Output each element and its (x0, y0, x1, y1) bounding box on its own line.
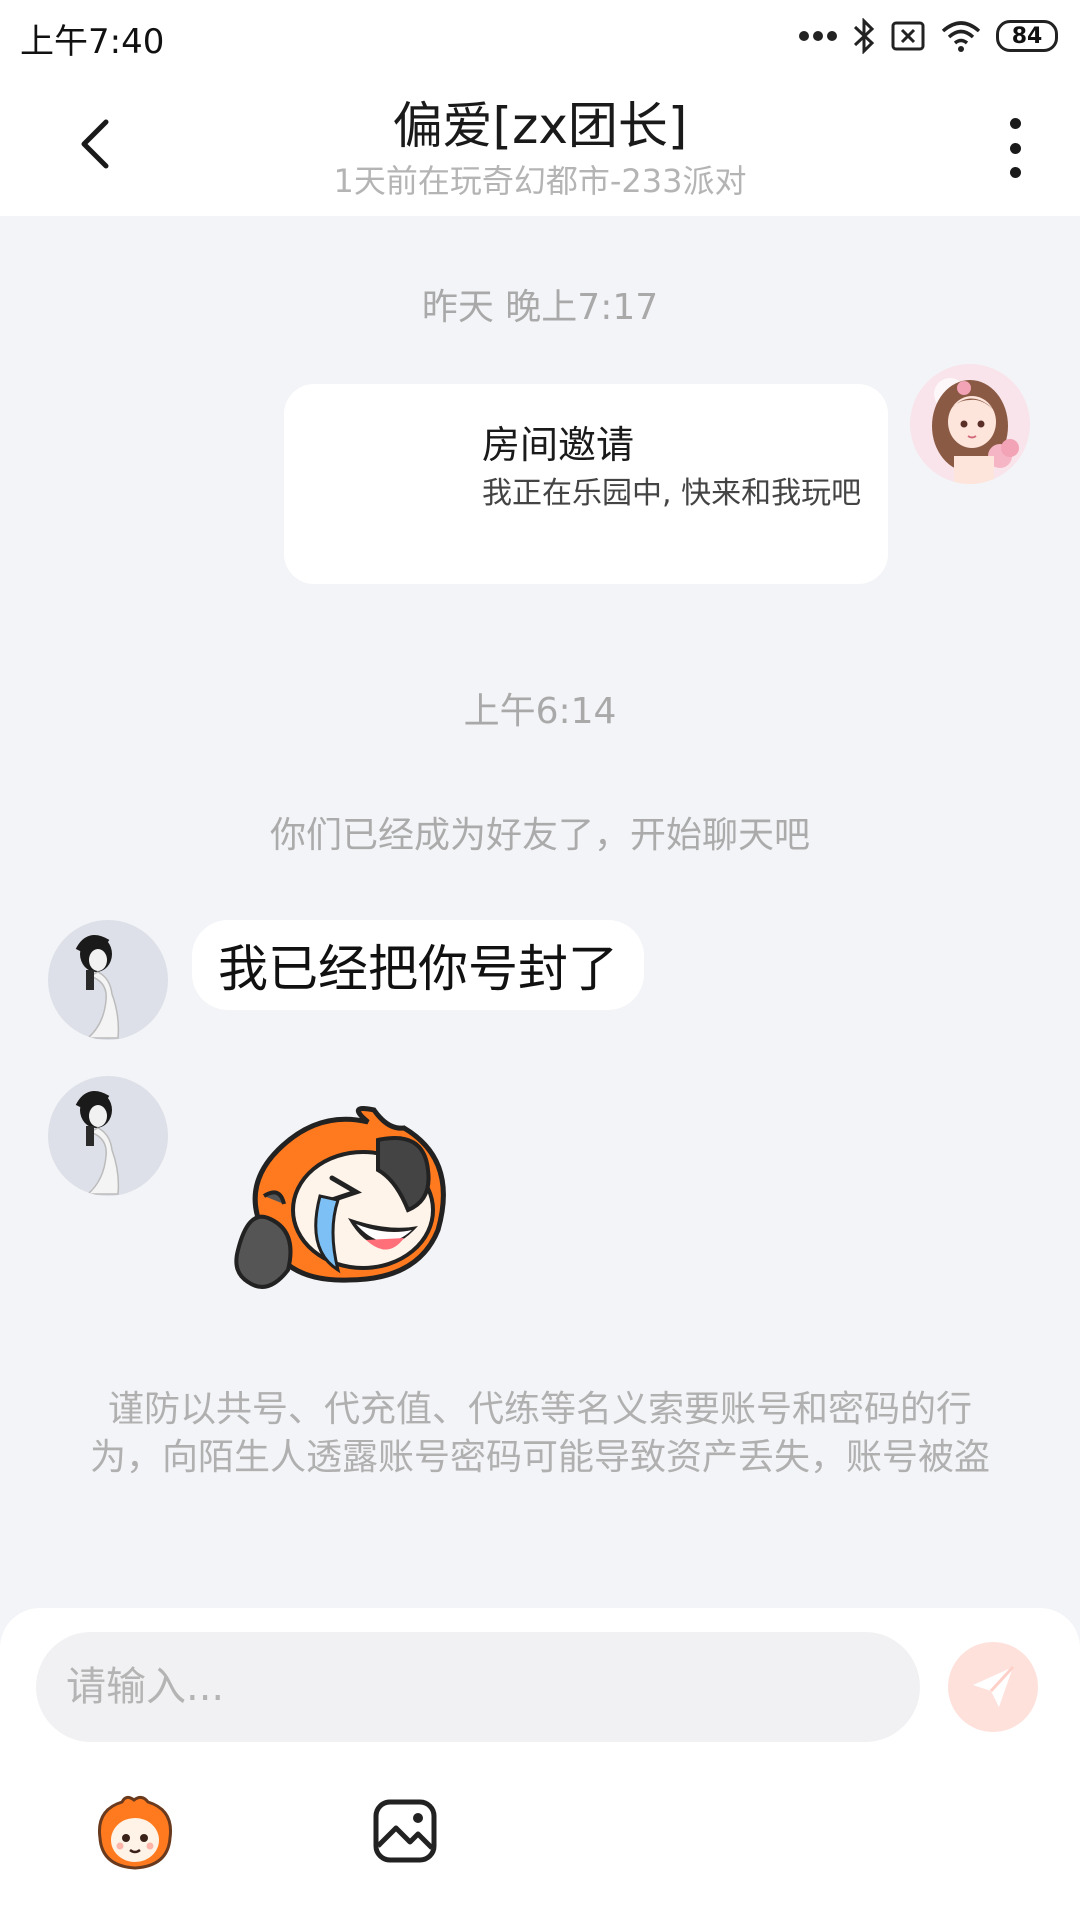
status-time: 上午7:40 (20, 22, 165, 62)
status-bar: 上午7:40 84 (0, 0, 1080, 72)
battery-icon: 84 (996, 20, 1058, 52)
image-picker-button[interactable] (372, 1798, 438, 1864)
security-warning: 谨防以共号、代充值、代练等名义索要账号和密码的行为，向陌生人透露账号密码可能导致… (90, 1389, 991, 1478)
contact-name: 偏爱[zx团长] (392, 97, 688, 155)
timestamp: 昨天 晚上7:17 (421, 287, 659, 328)
friend-added-notice: 你们已经成为好友了，开始聊天吧 (269, 815, 810, 856)
send-button[interactable] (948, 1642, 1038, 1732)
message-bubble[interactable]: 我已经把你号封了 (192, 920, 644, 1010)
chat-header: 偏爱[zx团长] 1天前在玩奇幻都市-233派对 (0, 72, 1080, 216)
send-icon (973, 1665, 1015, 1707)
room-invite-card[interactable]: 房间邀请 我正在乐园中, 快来和我玩吧 (284, 384, 888, 584)
more-vertical-icon[interactable] (1000, 118, 1030, 178)
crying-laugh-sticker[interactable] (228, 1100, 478, 1300)
message-input[interactable] (36, 1632, 920, 1742)
invite-title: 房间邀请 (482, 423, 635, 467)
contact-status: 1天前在玩奇幻都市-233派对 (333, 162, 747, 200)
bluetooth-icon (853, 18, 875, 54)
no-sim-icon (891, 21, 925, 51)
timestamp: 上午6:14 (463, 691, 617, 732)
contact-avatar[interactable] (48, 920, 168, 1040)
input-panel (0, 1608, 1080, 1920)
more-dots-icon (799, 31, 837, 41)
self-avatar[interactable] (910, 364, 1030, 484)
invite-body: 我正在乐园中, 快来和我玩吧 (482, 476, 862, 511)
emoji-sticker-button[interactable] (92, 1792, 178, 1872)
wifi-icon (941, 21, 981, 52)
image-icon (373, 1799, 437, 1863)
contact-avatar[interactable] (48, 1076, 168, 1196)
status-icons: 84 (798, 14, 1058, 58)
emoji-sticker-icon (97, 1795, 173, 1870)
